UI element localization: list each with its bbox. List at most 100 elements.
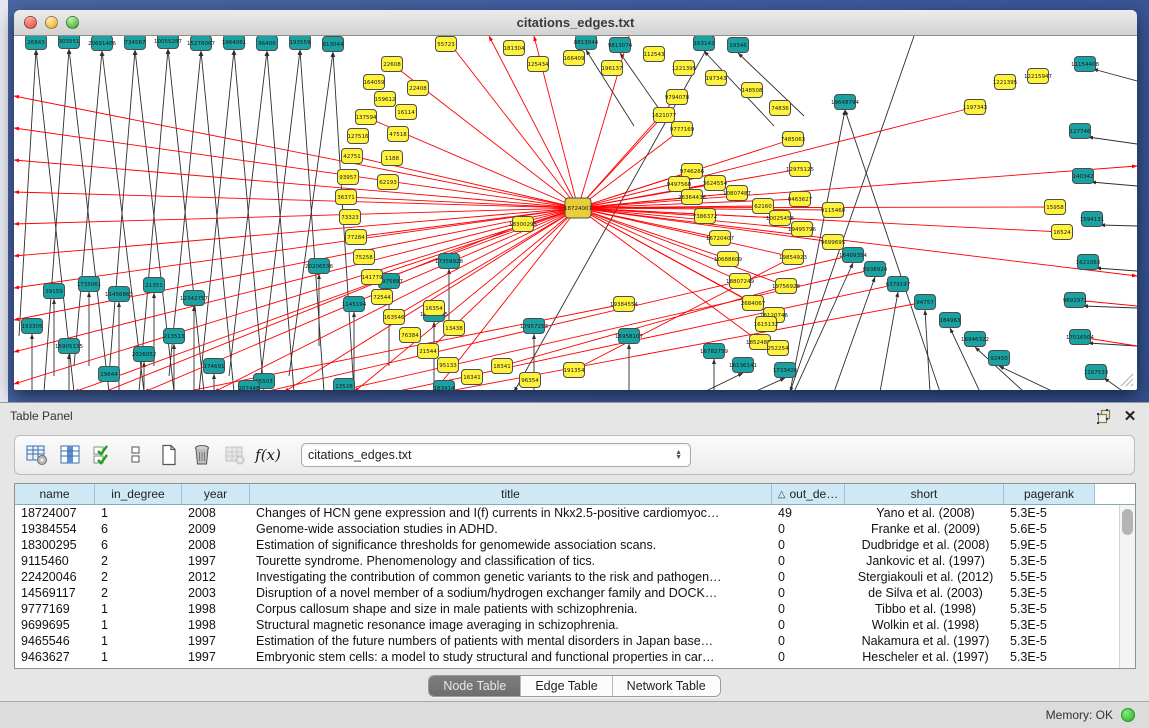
graph-node-36371[interactable]: 36371 [336,190,357,205]
citation-edge-red[interactable] [578,208,786,286]
unselect-rows-icon[interactable] [122,441,150,469]
citation-edge-black[interactable] [300,50,324,390]
citation-edge-black[interactable] [754,378,785,390]
window-resize-grip[interactable] [1119,372,1135,388]
column-header-short[interactable]: short [845,484,1004,504]
graph-node-2684067[interactable]: 2684067 [741,296,766,311]
graph-node-1621077[interactable]: 1621077 [652,108,677,123]
table-row[interactable]: 946362711997Embryonic stem cells: a mode… [15,649,1135,665]
graph-node-20206536[interactable]: 20206536 [305,259,333,274]
citation-edge-black[interactable] [620,53,664,116]
graph-node-26843[interactable]: 26843 [26,36,47,50]
graph-node-94757[interactable]: 94757 [915,295,936,310]
graph-node-20691406[interactable]: 20691406 [88,36,116,51]
column-header-in_degree[interactable]: in_degree [95,484,182,504]
graph-node-1221395[interactable]: 1221395 [672,61,697,76]
graph-node-13438[interactable]: 13438 [444,321,465,336]
graph-node-207448[interactable]: 207448 [239,381,260,391]
zoom-window-icon[interactable] [66,16,79,29]
graph-node-1167533[interactable]: 1167533 [1084,365,1109,380]
citation-edge-black[interactable] [704,51,774,126]
graph-node-8813044[interactable]: 8813044 [574,36,599,50]
graph-node-159612[interactable]: 159612 [375,92,396,107]
graph-node-12342757[interactable]: 12342757 [180,291,208,306]
graph-node-21544[interactable]: 21544 [418,344,439,359]
graph-node-16354[interactable]: 16354 [424,301,445,316]
graph-node-6379197[interactable]: 6379197 [886,277,911,292]
graph-node-96354[interactable]: 96354 [520,373,541,388]
citation-edge-red[interactable] [14,208,578,256]
graph-node-95133[interactable]: 95133 [438,358,459,373]
graph-node-18341[interactable]: 18341 [492,359,513,374]
graph-node-18300295[interactable]: 18300295 [509,217,537,232]
graph-node-141779[interactable]: 141779 [362,270,383,285]
citation-edge-black[interactable] [1096,268,1137,271]
table-selector-dropdown[interactable]: citations_edges.txt ▲▼ [301,443,691,467]
minimize-window-icon[interactable] [45,16,58,29]
network-canvas[interactable]: 2684330355120691406734567100552871527606… [14,36,1137,390]
select-all-rows-icon[interactable] [89,441,117,469]
network-window-titlebar[interactable]: citations_edges.txt [14,10,1137,36]
graph-node-163546[interactable]: 163546 [384,310,405,325]
network-window[interactable]: citations_edges.txt 26843303551206914067… [14,10,1137,390]
tab-node-table[interactable]: Node Table [429,676,521,696]
graph-node-55723[interactable]: 55723 [436,37,457,52]
graph-node-16782759[interactable]: 16782759 [700,344,728,359]
citation-edge-red[interactable] [14,208,578,320]
graph-node-15276067[interactable]: 15276067 [187,36,215,51]
graph-node-127746[interactable]: 127746 [1070,124,1091,139]
graph-node-11154408[interactable]: 11154408 [1071,57,1099,72]
graph-node-74836[interactable]: 74836 [770,101,791,116]
graph-node-12975125[interactable]: 12975125 [786,162,814,177]
graph-node-19756928[interactable]: 19756928 [772,279,800,294]
graph-node-164059[interactable]: 164059 [364,75,385,90]
graph-node-15958[interactable]: 15958 [1045,200,1066,215]
graph-node-9794078[interactable]: 9794078 [665,90,690,105]
graph-node-125434[interactable]: 125434 [528,57,549,72]
graph-node-16341[interactable]: 16341 [462,370,483,385]
graph-node-1594131[interactable]: 1594131 [1080,212,1105,227]
graph-node-252254[interactable]: 252254 [768,341,789,356]
delete-table-disabled-icon[interactable] [221,441,249,469]
show-column-icon[interactable] [56,441,84,469]
graph-node-16136141[interactable]: 16136141 [729,358,757,373]
citation-edge-black[interactable] [74,51,102,366]
graph-node-16946322[interactable]: 16946322 [961,332,989,347]
graph-node-191354[interactable]: 191354 [564,363,585,378]
graph-node-1188[interactable]: 1188 [382,151,403,166]
graph-node-174691[interactable]: 174691 [204,359,225,374]
citation-edge-black[interactable] [234,50,264,390]
graph-node-22408[interactable]: 22408 [408,81,429,96]
citation-edge-black[interactable] [834,277,875,390]
graph-node-1621063[interactable]: 1621063 [1076,255,1101,270]
citation-edge-red[interactable] [578,129,682,208]
close-window-icon[interactable] [24,16,37,29]
graph-node-1735061[interactable]: 1735061 [77,277,102,292]
graph-node-193305[interactable]: 193305 [22,319,43,334]
table-row[interactable]: 1872400712008Changes of HCN gene express… [15,505,1135,521]
table-row[interactable]: 1830029562008Estimation of significance … [15,537,1135,553]
graph-node-9115460[interactable]: 9115460 [821,203,846,218]
close-panel-icon[interactable]: ✕ [1121,407,1139,425]
graph-node-1733426[interactable]: 1733426 [773,363,798,378]
graph-node-213513[interactable]: 213513 [164,329,185,344]
graph-node-26364436[interactable]: 26364436 [678,190,706,205]
graph-node-16114[interactable]: 16114 [396,105,417,120]
table-row[interactable]: 946554611997Estimation of the future num… [15,633,1135,649]
citation-edge-black[interactable] [1093,69,1137,81]
graph-node-18724007[interactable]: 18724007 [564,198,592,218]
graph-node-19346[interactable]: 19346 [728,38,749,53]
graph-node-1197343[interactable]: 1197343 [963,100,988,115]
citation-edge-black[interactable] [704,373,743,390]
graph-node-11456863[interactable]: 11456863 [105,287,133,302]
graph-node-112543[interactable]: 112543 [644,47,665,62]
graph-node-15905135[interactable]: 15905135 [55,339,83,354]
column-header-title[interactable]: title [250,484,772,504]
graph-node-17359928[interactable]: 17359928 [435,254,463,269]
graph-node-76384[interactable]: 76384 [400,328,421,343]
citation-edge-black[interactable] [1088,137,1137,144]
table-row[interactable]: 1938455462009Genome-wide association stu… [15,521,1135,537]
column-header-name[interactable]: name [15,484,95,504]
citation-edge-red[interactable] [578,208,1137,276]
graph-node-17957253[interactable]: 17957253 [520,319,548,334]
